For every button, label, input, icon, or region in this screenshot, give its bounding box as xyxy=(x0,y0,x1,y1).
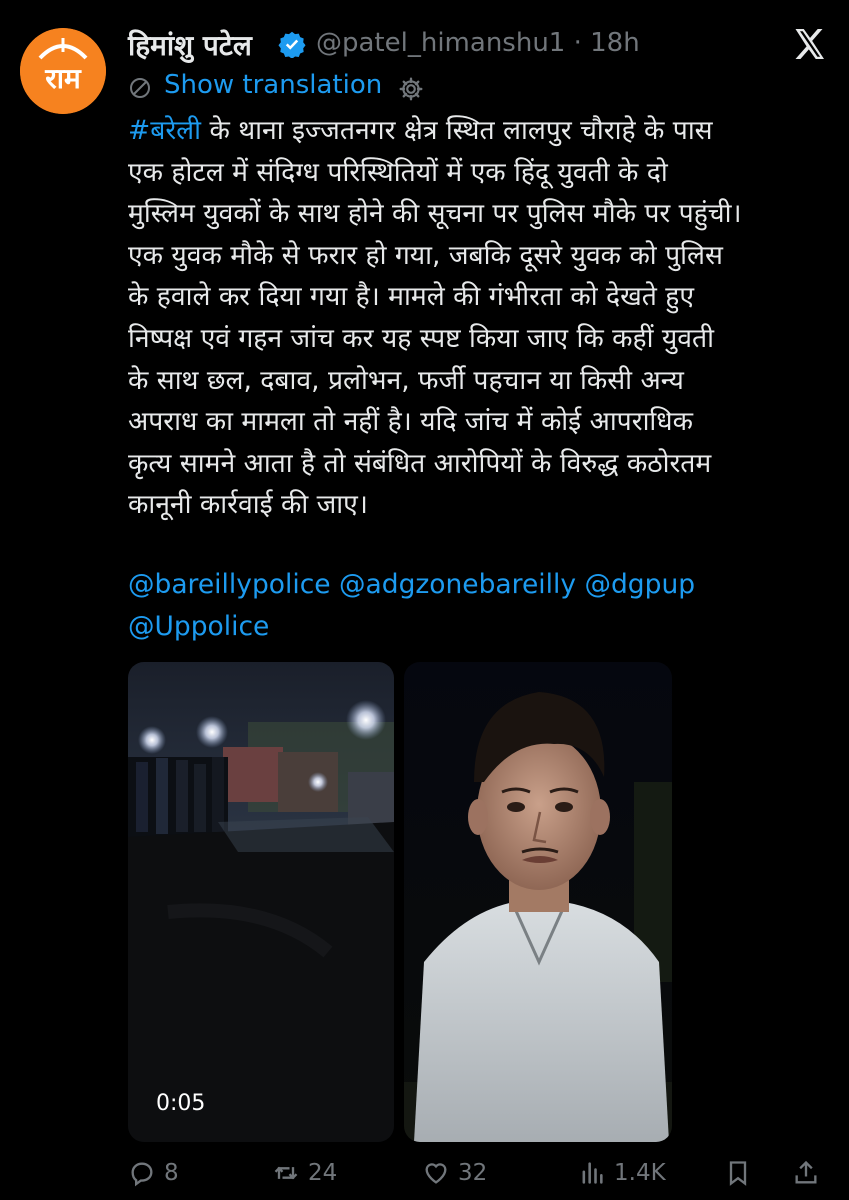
mentions-line[interactable]: @bareillypolice @adgzonebareilly @dgpup xyxy=(128,564,840,606)
reply-count: 8 xyxy=(164,1160,179,1186)
translate-icon xyxy=(130,78,150,98)
share-button[interactable] xyxy=(792,1154,820,1192)
body-line: एक युवक मौके से फरार हो गया, जबकि दूसरे … xyxy=(128,239,723,271)
body-line: निष्पक्ष एवं गहन जांच कर यह स्पष्ट किया … xyxy=(128,322,714,354)
bookmark-icon xyxy=(729,1161,747,1186)
views-icon xyxy=(582,1162,603,1184)
verified-badge-icon xyxy=(278,31,306,58)
separator: · xyxy=(573,28,582,58)
body-line: के हवाले कर दिया गया है। मामले की गंभीरत… xyxy=(128,281,695,313)
media-video[interactable]: 0:05 xyxy=(128,662,394,1142)
bookmark-button[interactable] xyxy=(724,1154,752,1192)
gear-icon[interactable] xyxy=(398,76,424,102)
body-line: मुस्लिम युवकों के साथ होने की सूचना पर प… xyxy=(128,198,742,230)
post-body: #बरेली के थाना इज्जतनगर क्षेत्र स्थित ला… xyxy=(128,110,840,526)
actions-bar: 8 24 32 1.4K xyxy=(128,1154,849,1194)
author-handle-time[interactable]: @patel_himanshu1 · 18h xyxy=(316,28,640,58)
reply-icon xyxy=(131,1162,153,1187)
post-header: हिमांशु पटेल @patel_himanshu1 · 18h xyxy=(128,26,849,66)
hashtag-link[interactable]: #बरेली xyxy=(128,115,201,146)
x-logo-icon[interactable] xyxy=(791,26,827,62)
body-line: #बरेली के थाना इज्जतनगर क्षेत्र स्थित ला… xyxy=(128,115,713,146)
reply-button[interactable]: 8 xyxy=(128,1154,179,1192)
show-translation-link[interactable]: Show translation xyxy=(164,70,382,100)
author-avatar[interactable]: राम xyxy=(20,28,106,114)
avatar-logo: राम xyxy=(20,28,106,114)
mentions-line[interactable]: @Uppolice xyxy=(128,606,840,648)
body-line: के साथ छल, दबाव, प्रलोभन, फर्जी पहचान या… xyxy=(128,364,684,396)
body-line: अपराध का मामला तो नहीं है। यदि जांच में … xyxy=(128,406,693,438)
avatar-text: राम xyxy=(44,62,82,95)
video-thumbnail xyxy=(128,662,394,1142)
author-name[interactable]: हिमांशु पटेल xyxy=(128,26,252,64)
views-count: 1.4K xyxy=(614,1160,666,1186)
video-duration: 0:05 xyxy=(156,1091,206,1116)
media-photo[interactable] xyxy=(404,662,672,1142)
post-time: 18h xyxy=(590,28,640,58)
mentions: @bareillypolice @adgzonebareilly @dgpup … xyxy=(128,564,840,648)
body-line: कृत्य सामने आता है तो संबंधित आरोपियों क… xyxy=(128,447,712,479)
photo-thumbnail xyxy=(404,662,672,1142)
share-icon xyxy=(795,1160,817,1184)
repost-icon xyxy=(274,1166,298,1180)
like-count: 32 xyxy=(458,1160,488,1186)
body-line: कानूनी कार्रवाई की जाए। xyxy=(128,489,368,521)
like-button[interactable]: 32 xyxy=(422,1154,487,1192)
views-button[interactable]: 1.4K xyxy=(578,1154,666,1192)
repost-count: 24 xyxy=(308,1160,338,1186)
body-line: एक होटल में संदिग्ध परिस्थितियों में एक … xyxy=(128,156,668,188)
like-icon xyxy=(425,1163,447,1184)
repost-button[interactable]: 24 xyxy=(272,1154,337,1192)
author-handle: @patel_himanshu1 xyxy=(316,28,566,58)
